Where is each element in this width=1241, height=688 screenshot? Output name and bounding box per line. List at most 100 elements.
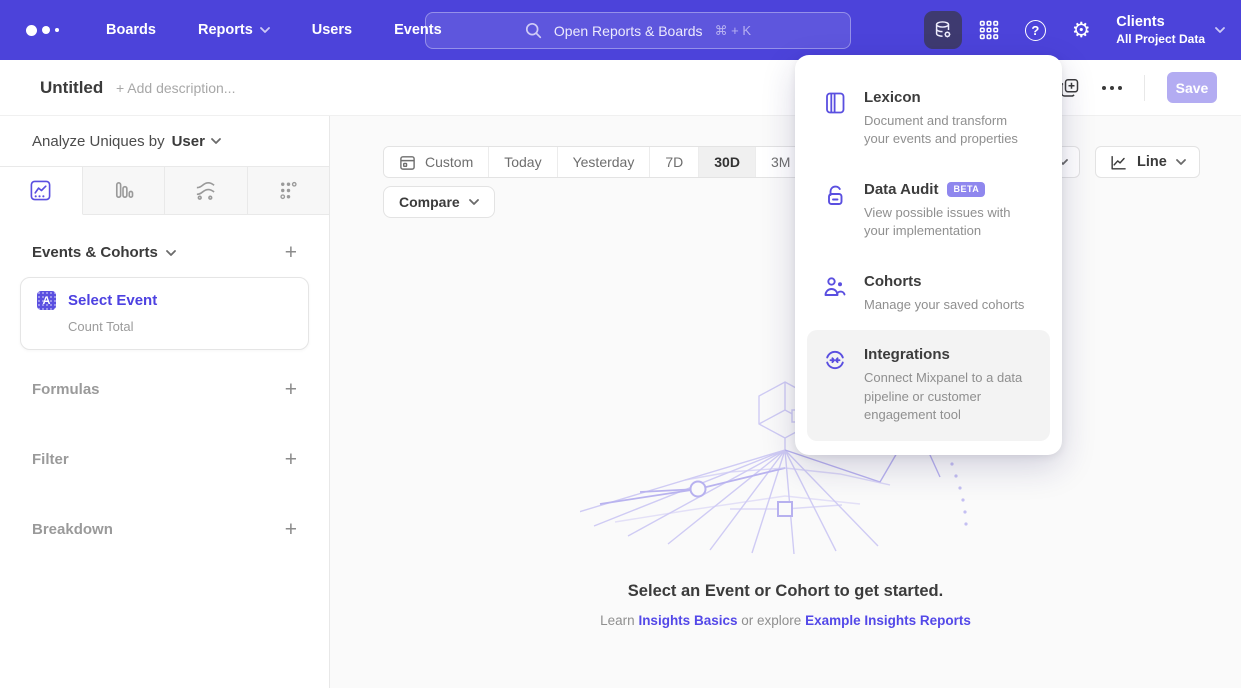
report-header-actions: Save bbox=[1060, 72, 1217, 103]
grid-icon bbox=[979, 20, 999, 40]
filter-label: Filter bbox=[32, 451, 69, 468]
range-label: 30D bbox=[714, 154, 740, 170]
learn-prefix: Learn bbox=[600, 613, 635, 628]
nav-item-reports[interactable]: Reports bbox=[198, 22, 270, 38]
chart-style-dropdown[interactable]: Line bbox=[1095, 146, 1200, 178]
events-cohorts-dropdown[interactable]: Events & Cohorts bbox=[32, 244, 176, 261]
range-label: Yesterday bbox=[573, 154, 635, 170]
beta-badge: BETA bbox=[947, 182, 985, 197]
menu-item-lexicon[interactable]: Lexicon Document and transform your even… bbox=[807, 73, 1050, 165]
add-formula-button[interactable]: + bbox=[285, 379, 297, 400]
more-options-button[interactable] bbox=[1102, 86, 1122, 90]
events-cohorts-label: Events & Cohorts bbox=[32, 244, 158, 261]
menu-item-description: Document and transform your events and p… bbox=[864, 112, 1034, 149]
help-button[interactable]: ? bbox=[1016, 11, 1054, 49]
project-switcher[interactable]: Clients All Project Data bbox=[1116, 13, 1225, 46]
org-name: Clients bbox=[1116, 13, 1205, 31]
tab-flow-chart[interactable] bbox=[165, 167, 248, 215]
flow-icon bbox=[194, 179, 217, 202]
tab-bar-chart[interactable] bbox=[83, 167, 166, 215]
range-custom-button[interactable]: Custom bbox=[384, 147, 489, 177]
report-title[interactable]: Untitled bbox=[40, 78, 103, 98]
or-explore-text: or explore bbox=[741, 613, 801, 628]
range-label: 7D bbox=[665, 154, 683, 170]
breakdown-section: Breakdown + bbox=[0, 518, 329, 540]
breakdown-label: Breakdown bbox=[32, 521, 113, 538]
save-button[interactable]: Save bbox=[1167, 72, 1217, 103]
compare-dropdown[interactable]: Compare bbox=[383, 186, 495, 218]
nav-item-users[interactable]: Users bbox=[312, 22, 352, 38]
menu-item-description: Manage your saved cohorts bbox=[864, 296, 1024, 314]
project-scope: All Project Data bbox=[1116, 32, 1205, 47]
chevron-down-icon bbox=[166, 250, 176, 256]
tab-metrics[interactable] bbox=[248, 167, 330, 215]
range-today-button[interactable]: Today bbox=[489, 147, 557, 177]
line-chart-icon bbox=[29, 179, 52, 202]
analyze-entity-dropdown[interactable]: User bbox=[172, 133, 221, 150]
menu-item-data-audit[interactable]: Data Audit BETA View possible issues wit… bbox=[807, 165, 1050, 257]
event-card-header: A Select Event bbox=[37, 291, 292, 310]
insights-basics-link[interactable]: Insights Basics bbox=[638, 613, 737, 628]
menu-item-description: Connect Mixpanel to a data pipeline or c… bbox=[864, 369, 1034, 424]
chevron-down-icon bbox=[211, 138, 221, 144]
settings-button[interactable]: ⚙ bbox=[1062, 11, 1100, 49]
calendar-icon bbox=[399, 154, 416, 171]
range-label: Custom bbox=[425, 154, 473, 170]
add-filter-button[interactable]: + bbox=[285, 449, 297, 470]
gear-icon: ⚙ bbox=[1072, 20, 1091, 41]
event-card[interactable]: A Select Event Count Total bbox=[20, 277, 309, 350]
line-style-icon bbox=[1109, 153, 1128, 172]
top-navigation-bar: Boards Reports Users Events Open Reports… bbox=[0, 0, 1241, 60]
menu-item-text: Integrations Connect Mixpanel to a data … bbox=[864, 346, 1034, 424]
example-insights-reports-link[interactable]: Example Insights Reports bbox=[805, 613, 971, 628]
menu-item-description: View possible issues with your implement… bbox=[864, 204, 1034, 241]
analyze-entity-value: User bbox=[172, 133, 205, 150]
search-shortcut: ⌘ + K bbox=[715, 23, 752, 39]
select-event-label[interactable]: Select Event bbox=[68, 292, 157, 309]
chevron-down-icon bbox=[1176, 159, 1186, 165]
chart-type-tabs bbox=[0, 166, 329, 215]
menu-item-text: Cohorts Manage your saved cohorts bbox=[864, 273, 1024, 314]
add-breakdown-button[interactable]: + bbox=[285, 519, 297, 540]
menu-item-title: Integrations bbox=[864, 346, 950, 363]
formulas-section: Formulas + bbox=[0, 378, 329, 400]
formulas-label: Formulas bbox=[32, 381, 100, 398]
data-management-menu: Lexicon Document and transform your even… bbox=[795, 55, 1062, 455]
apps-grid-button[interactable] bbox=[970, 11, 1008, 49]
range-label: 3M bbox=[771, 154, 790, 170]
range-yesterday-button[interactable]: Yesterday bbox=[558, 147, 651, 177]
insights-report-page: Boards Reports Users Events Open Reports… bbox=[0, 0, 1241, 688]
event-series-badge: A bbox=[37, 291, 56, 310]
menu-item-title: Lexicon bbox=[864, 89, 921, 106]
help-icon: ? bbox=[1025, 20, 1046, 41]
search-icon bbox=[525, 22, 542, 39]
events-cohorts-header: Events & Cohorts + bbox=[0, 242, 329, 263]
chevron-down-icon bbox=[260, 27, 270, 33]
event-aggregation-label[interactable]: Count Total bbox=[68, 319, 292, 334]
range-label: Today bbox=[504, 154, 541, 170]
global-search-input[interactable]: Open Reports & Boards ⌘ + K bbox=[425, 12, 851, 49]
menu-item-text: Lexicon Document and transform your even… bbox=[864, 89, 1034, 149]
compare-label: Compare bbox=[399, 194, 460, 210]
menu-item-integrations[interactable]: Integrations Connect Mixpanel to a data … bbox=[807, 330, 1050, 440]
menu-item-cohorts[interactable]: Cohorts Manage your saved cohorts bbox=[807, 257, 1050, 330]
project-text: Clients All Project Data bbox=[1116, 13, 1205, 46]
tab-line-chart[interactable] bbox=[0, 167, 83, 215]
range-7d-button[interactable]: 7D bbox=[650, 147, 699, 177]
add-event-button[interactable]: + bbox=[285, 242, 297, 263]
query-builder-sidebar: Analyze Uniques by User bbox=[0, 116, 330, 688]
header-divider bbox=[1144, 75, 1145, 101]
database-gear-icon bbox=[932, 19, 954, 41]
range-30d-button[interactable]: 30D bbox=[699, 147, 756, 177]
data-management-button[interactable] bbox=[924, 11, 962, 49]
nav-item-boards[interactable]: Boards bbox=[106, 22, 156, 38]
bar-chart-icon bbox=[112, 179, 135, 202]
duplicate-report-button[interactable] bbox=[1060, 78, 1080, 98]
menu-item-title: Cohorts bbox=[864, 273, 922, 290]
report-description-placeholder[interactable]: + Add description... bbox=[116, 80, 235, 96]
analyze-label: Analyze Uniques by bbox=[32, 133, 165, 150]
duplicate-icon bbox=[1060, 78, 1080, 98]
analyze-row: Analyze Uniques by User bbox=[0, 116, 329, 166]
chevron-down-icon bbox=[469, 199, 479, 205]
mixpanel-logo-icon[interactable] bbox=[26, 25, 70, 36]
